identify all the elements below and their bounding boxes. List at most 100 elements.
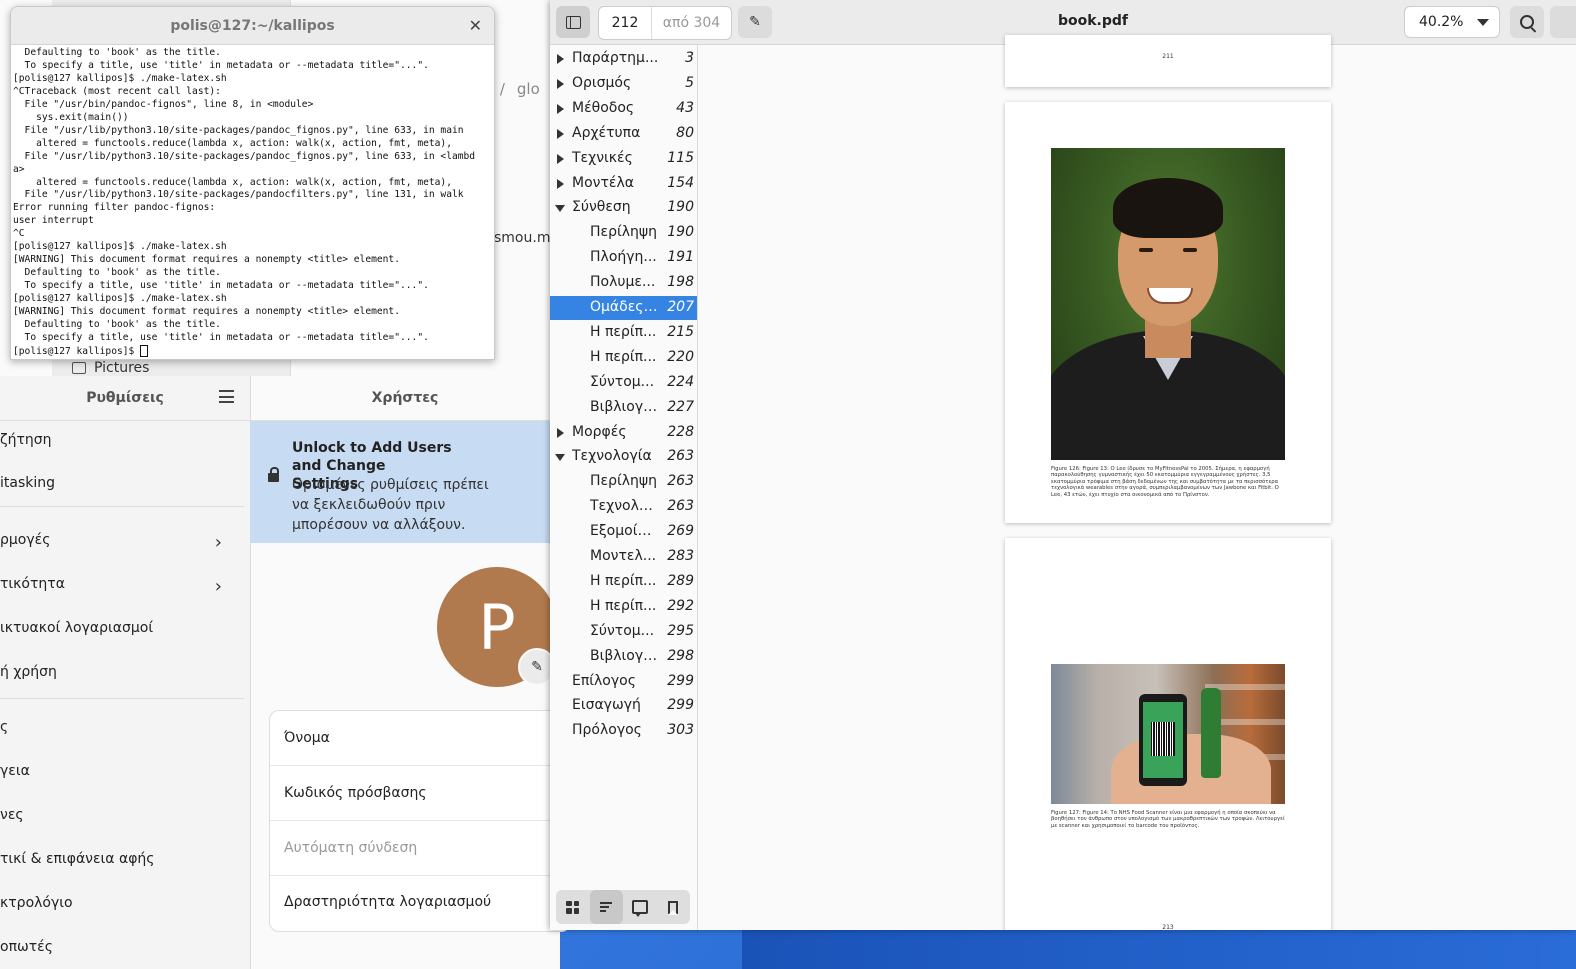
outline-item-page: 303	[667, 722, 694, 739]
terminal-output[interactable]: Defaulting to 'book' as the title. To sp…	[11, 45, 494, 359]
outline-item-label: Τεχνολογία	[572, 448, 652, 465]
settings-title: Ρυθμίσεις	[86, 390, 164, 406]
password-row[interactable]: Κωδικός πρόσβασης	[284, 785, 427, 801]
outline-item-label: Τεχνικές	[572, 149, 633, 166]
outline-item-page: 263	[667, 448, 694, 465]
settings-sidebar-item-label: τικότητα	[0, 576, 65, 592]
expander-closed-icon[interactable]	[557, 427, 564, 438]
outline-item-page: 154	[667, 174, 694, 191]
settings-sidebar-item[interactable]: νες	[0, 807, 244, 823]
outline-item[interactable]: Περίληψη 263	[550, 470, 697, 494]
settings-sidebar-item[interactable]: κτρολόγιο	[0, 895, 244, 911]
outline-item-label: Πολυμε...	[590, 274, 656, 291]
outline-item[interactable]: Πρόλογος 303	[550, 719, 697, 743]
outline-item-label: Σύντομ...	[590, 373, 655, 390]
outline-item[interactable]: Μοντέλα 154	[550, 172, 697, 196]
expander-open-icon[interactable]	[555, 454, 565, 462]
terminal-titlebar[interactable]: polis@127:~/kallipos ✕	[11, 7, 494, 45]
outline-item[interactable]: Εισαγωγή 299	[550, 694, 697, 718]
auto-login-row[interactable]: Αυτόματη σύνδεση	[284, 840, 417, 856]
document-canvas[interactable]: 211 Figure 126: Figure 13: Ο Lee ίδρυσε …	[698, 35, 1576, 930]
terminal-window[interactable]: polis@127:~/kallipos ✕ Defaulting to 'bo…	[10, 6, 495, 360]
outline-icon	[600, 902, 613, 912]
outline-item-label: Σύντομ...	[590, 622, 655, 639]
search-button[interactable]	[1510, 6, 1544, 38]
outline-item[interactable]: Ορισμός 5	[550, 72, 697, 96]
outline-item-label: Εξομοίω...	[590, 523, 660, 540]
outline-item[interactable]: Τεχνολο... 263	[550, 495, 697, 519]
outline-item[interactable]: Βιβλιογρ... 298	[550, 645, 697, 669]
expander-closed-icon[interactable]	[557, 78, 564, 89]
outline-item[interactable]: Σύντομ... 224	[550, 371, 697, 395]
expander-closed-icon[interactable]	[557, 103, 564, 114]
divider	[270, 875, 570, 876]
outline-item[interactable]: Μοντελ... 283	[550, 545, 697, 569]
breadcrumb-segment[interactable]: glo	[517, 80, 540, 98]
outline-sidebar: Παράρτημ... 3 Ορισμός 5 Μέθοδος 43 Αρχέτυπα 80 Τ…	[550, 45, 698, 930]
outline-item[interactable]: Η περίπ... 289	[550, 570, 697, 594]
terminal-line: Defaulting to 'book' as the title.	[13, 319, 221, 331]
sidebar-item-pictures[interactable]: Pictures	[72, 360, 149, 376]
settings-sidebar-item[interactable]: οπωτές	[0, 939, 244, 955]
zoom-dropdown[interactable]: 40.2%	[1404, 6, 1500, 38]
hamburger-menu-icon[interactable]	[219, 390, 234, 403]
outline-item[interactable]: Τεχνικές 115	[550, 147, 697, 171]
outline-tab[interactable]	[589, 890, 623, 924]
name-row[interactable]: Όνομα	[284, 730, 330, 746]
outline-item[interactable]: Βιβλιογρ... 227	[550, 396, 697, 420]
settings-sidebar-item[interactable]: ς	[0, 719, 244, 735]
expander-closed-icon[interactable]	[557, 128, 564, 139]
settings-sidebar-item[interactable]: ρμογές ›	[0, 532, 244, 548]
terminal-line: File "/usr/lib/python3.10/site-packages/…	[13, 124, 464, 136]
settings-sidebar-item[interactable]: τικότητα ›	[0, 576, 244, 592]
expander-closed-icon[interactable]	[557, 153, 564, 164]
outline-item[interactable]: Σύντομ... 295	[550, 620, 697, 644]
expander-open-icon[interactable]	[555, 205, 565, 213]
settings-sidebar-item[interactable]: ικτυακοί λογαριασμοί	[0, 620, 244, 636]
settings-sidebar-item[interactable]: ή χρήση	[0, 664, 244, 680]
bookmarks-tab[interactable]	[657, 890, 691, 924]
outline-item[interactable]: Η περίπ... 220	[550, 346, 697, 370]
annotations-tab[interactable]	[623, 890, 657, 924]
outline-item[interactable]: Μορφές 228	[550, 421, 697, 445]
settings-sidebar-item[interactable]: itasking	[0, 475, 244, 491]
settings-sidebar-item[interactable]: γεια	[0, 763, 244, 779]
outline-item-page: 115	[667, 149, 694, 166]
outline-item-page: 289	[667, 572, 694, 589]
outline-item[interactable]: Πολυμε... 198	[550, 271, 697, 295]
outline-item-label: Πρόλογος	[572, 722, 642, 739]
thumbnails-tab[interactable]	[556, 890, 590, 924]
settings-sidebar-header: Ρυθμίσεις	[0, 376, 250, 421]
file-item[interactable]: smou.m	[494, 230, 550, 246]
settings-sidebar-item-label: ζήτηση	[0, 432, 52, 448]
chevron-right-icon: ›	[214, 576, 222, 592]
unlock-banner[interactable]: Unlock to Add Users and Change Settings …	[250, 421, 560, 543]
outline-item[interactable]: Η περίπ... 292	[550, 595, 697, 619]
main-menu-button[interactable]	[1550, 6, 1576, 38]
outline-item[interactable]: Μέθοδος 43	[550, 97, 697, 121]
outline-item[interactable]: Εξομοίω... 269	[550, 520, 697, 544]
outline-item-page: 3	[685, 50, 694, 66]
sidebar-view-switcher	[556, 890, 690, 924]
close-icon[interactable]: ✕	[469, 16, 482, 35]
outline-item[interactable]: Ομάδες ... 207	[550, 296, 697, 320]
expander-closed-icon[interactable]	[557, 178, 564, 189]
outline-item[interactable]: Επίλογος 299	[550, 670, 697, 694]
outline-item[interactable]: Τεχνολογία 263	[550, 445, 697, 469]
terminal-line: sys.exit(main())	[13, 111, 129, 123]
page-title: Χρήστες	[250, 376, 560, 421]
outline-item-page: 220	[667, 348, 694, 365]
account-activity-row[interactable]: Δραστηριότητα λογαριασμού	[284, 894, 491, 910]
outline-item[interactable]: Σύνθεση 190	[550, 196, 697, 220]
outline-item[interactable]: Πλοήγη... 191	[550, 246, 697, 270]
outline-item-label: Μορφές	[572, 423, 627, 440]
expander-closed-icon[interactable]	[557, 54, 564, 64]
terminal-line: user interrupt	[13, 215, 94, 227]
outline-item[interactable]: Αρχέτυπα 80	[550, 122, 697, 146]
settings-sidebar-item[interactable]: τικί & επιφάνεια αφής	[0, 851, 244, 867]
outline-item-label: Σύνθεση	[572, 199, 631, 216]
outline-item[interactable]: Η περίπ... 215	[550, 321, 697, 345]
outline-item[interactable]: Περίληψη 190	[550, 221, 697, 245]
settings-sidebar-item[interactable]: ζήτηση	[0, 432, 244, 448]
outline-item[interactable]: Παράρτημ... 3	[550, 47, 697, 71]
